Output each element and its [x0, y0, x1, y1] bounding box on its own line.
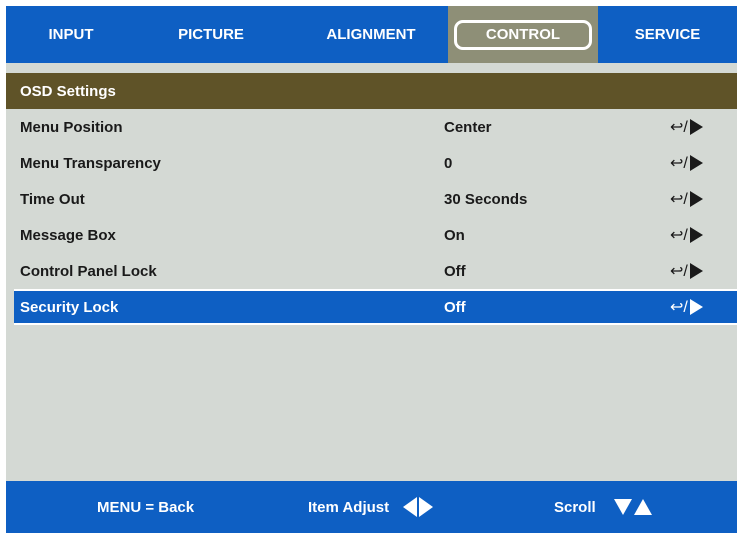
- row-value: Off: [444, 262, 466, 280]
- row-value: 30 Seconds: [444, 190, 528, 208]
- section-title: OSD Settings: [20, 82, 116, 100]
- adjust-icon: ↩/: [670, 297, 703, 317]
- left-triangle-icon: [403, 497, 418, 517]
- tab-alignment[interactable]: ALIGNMENT: [296, 6, 446, 63]
- right-triangle-icon: [689, 119, 703, 135]
- adjust-icon: ↩/: [670, 261, 703, 281]
- left-right-arrows-icon: [403, 497, 434, 517]
- row-label: Time Out: [20, 190, 85, 208]
- enter-arrow-icon: ↩/: [670, 299, 688, 316]
- menu-row-time-out[interactable]: Time Out 30 Seconds ↩/: [6, 181, 737, 217]
- footer-adjust-label: Item Adjust: [308, 498, 390, 516]
- footer-back-hint: MENU = Back: [97, 481, 194, 533]
- tab-service[interactable]: SERVICE: [598, 6, 737, 63]
- row-label: Menu Transparency: [20, 154, 161, 172]
- right-triangle-icon: [419, 497, 434, 517]
- footer-bar: MENU = Back Item Adjust Scroll: [6, 481, 737, 533]
- menu-row-control-panel-lock[interactable]: Control Panel Lock Off ↩/: [6, 253, 737, 289]
- adjust-icon: ↩/: [670, 117, 703, 137]
- down-triangle-icon: [613, 499, 632, 515]
- enter-arrow-icon: ↩/: [670, 263, 688, 280]
- tab-label: PICTURE: [178, 26, 244, 43]
- row-value: 0: [444, 154, 453, 172]
- footer-back-label: MENU = Back: [97, 498, 195, 516]
- tab-bar: INPUT PICTURE ALIGNMENT CONTROL SERVICE: [6, 6, 737, 63]
- enter-arrow-icon: ↩/: [670, 119, 688, 136]
- menu-row-menu-position[interactable]: Menu Position Center ↩/: [6, 109, 737, 145]
- up-triangle-icon: [633, 499, 652, 515]
- up-down-arrows-icon: [613, 499, 652, 515]
- right-triangle-icon: [689, 299, 703, 315]
- tab-control-highlight: CONTROL: [454, 19, 592, 50]
- adjust-icon: ↩/: [670, 189, 703, 209]
- tab-control[interactable]: CONTROL: [448, 6, 598, 63]
- adjust-icon: ↩/: [670, 225, 703, 245]
- menu-row-menu-transparency[interactable]: Menu Transparency 0 ↩/: [6, 145, 737, 181]
- osd-menu: INPUT PICTURE ALIGNMENT CONTROL SERVICE …: [6, 6, 737, 533]
- right-triangle-icon: [689, 263, 703, 279]
- footer-adjust-hint: Item Adjust: [308, 481, 434, 533]
- menu-row-message-box[interactable]: Message Box On ↩/: [6, 217, 737, 253]
- tab-label: ALIGNMENT: [326, 26, 416, 43]
- tab-picture[interactable]: PICTURE: [136, 6, 286, 63]
- row-label: Message Box: [20, 226, 116, 244]
- row-value: On: [444, 226, 465, 244]
- row-label: Control Panel Lock: [20, 262, 157, 280]
- right-triangle-icon: [689, 191, 703, 207]
- right-triangle-icon: [689, 155, 703, 171]
- enter-arrow-icon: ↩/: [670, 191, 688, 208]
- right-triangle-icon: [689, 227, 703, 243]
- row-label: Security Lock: [20, 298, 119, 316]
- menu-row-security-lock[interactable]: Security Lock Off ↩/: [14, 289, 737, 325]
- tab-label: CONTROL: [485, 26, 561, 43]
- section-header: OSD Settings: [6, 73, 737, 109]
- tab-input[interactable]: INPUT: [6, 6, 136, 63]
- footer-scroll-hint: Scroll: [554, 481, 652, 533]
- row-value: Center: [444, 118, 492, 136]
- adjust-icon: ↩/: [670, 153, 703, 173]
- row-label: Menu Position: [20, 118, 123, 136]
- footer-scroll-label: Scroll: [554, 498, 596, 516]
- enter-arrow-icon: ↩/: [670, 155, 688, 172]
- tab-label: SERVICE: [634, 26, 701, 43]
- row-value: Off: [444, 298, 466, 316]
- tab-label: INPUT: [48, 26, 94, 43]
- enter-arrow-icon: ↩/: [670, 227, 688, 244]
